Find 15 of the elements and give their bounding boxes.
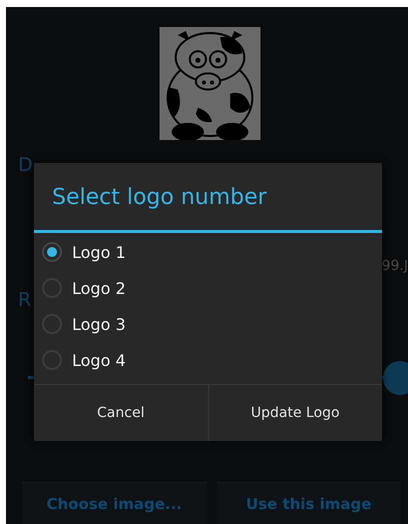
- radio-option[interactable]: Logo 4: [34, 342, 382, 378]
- section-title: D: [18, 154, 33, 176]
- option-label: Logo 1: [72, 242, 126, 262]
- dialog-title: Select logo number: [34, 163, 382, 233]
- radio-option[interactable]: Logo 2: [34, 270, 382, 306]
- section-title: R: [18, 289, 32, 311]
- option-label: Logo 2: [72, 278, 126, 298]
- radio-option[interactable]: Logo 1: [34, 234, 382, 270]
- radio-button[interactable]: [42, 242, 62, 262]
- detail-value: 99.J: [382, 258, 408, 274]
- dialog-button[interactable]: Update Logo: [208, 385, 382, 441]
- radio-option[interactable]: Logo 3: [34, 306, 382, 342]
- option-label: Logo 4: [72, 350, 126, 370]
- option-label: Logo 3: [72, 314, 126, 334]
- dialog-button[interactable]: Cancel: [34, 385, 208, 441]
